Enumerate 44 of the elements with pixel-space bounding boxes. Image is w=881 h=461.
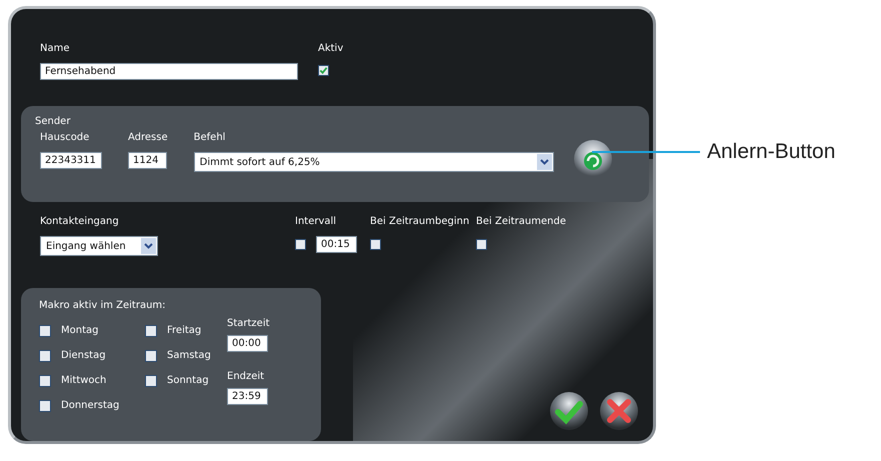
checkbox[interactable]	[39, 350, 51, 362]
checkbox-label: Montag	[61, 324, 98, 336]
checkbox[interactable]	[145, 324, 157, 336]
field-label: Name	[40, 43, 71, 55]
checkbox[interactable]	[145, 350, 157, 362]
text-field[interactable]: 1124	[128, 152, 167, 169]
name-field[interactable]: Fernsehabend	[40, 63, 298, 80]
checkbox[interactable]	[370, 239, 381, 250]
text-field[interactable]: 22343311	[40, 152, 102, 169]
field-label: Hauscode	[40, 132, 90, 144]
checkbox[interactable]	[39, 324, 51, 336]
confirm-button[interactable]	[549, 391, 589, 431]
checkbox[interactable]	[39, 400, 51, 412]
checkbox-label: Samstag	[167, 350, 211, 362]
checkbox[interactable]	[295, 239, 306, 250]
field-label: Kontakteingang	[40, 216, 120, 228]
field-label: Endzeit	[227, 371, 266, 383]
time-field[interactable]: 00:00	[227, 335, 268, 352]
field-label: Startzeit	[227, 318, 270, 330]
interval-field[interactable]: 00:15	[316, 236, 357, 253]
field-label: Aktiv	[318, 43, 344, 55]
active-checkbox[interactable]	[318, 65, 329, 76]
field-label: Bei Zeitraumende	[476, 216, 566, 228]
panel-title: Makro aktiv im Zeitraum:	[39, 300, 167, 312]
chevron-down-icon[interactable]	[141, 238, 156, 254]
checkbox[interactable]	[39, 374, 51, 386]
checkbox-label: Sonntag	[167, 374, 209, 386]
input-dropdown[interactable]: Eingang wählen	[40, 236, 158, 256]
field-label: Intervall	[295, 216, 338, 228]
checkbox[interactable]	[145, 374, 157, 386]
field-label: Bei Zeitraumbeginn	[370, 216, 470, 228]
checkbox-label: Mittwoch	[61, 374, 106, 386]
checkbox-label: Donnerstag	[61, 400, 120, 412]
command-dropdown[interactable]: Dimmt sofort auf 6,25%	[194, 152, 554, 172]
chevron-down-icon[interactable]	[536, 154, 552, 170]
field-label: Adresse	[128, 132, 168, 144]
field-label: Befehl	[194, 132, 226, 144]
checkbox-label: Freitag	[167, 324, 202, 336]
checkbox-label: Dienstag	[61, 350, 106, 362]
panel-title: Sender	[35, 116, 72, 128]
cancel-button[interactable]	[599, 391, 639, 431]
time-field[interactable]: 23:59	[227, 388, 268, 405]
checkbox[interactable]	[476, 239, 487, 250]
callout-label: Anlern-Button	[707, 140, 836, 164]
